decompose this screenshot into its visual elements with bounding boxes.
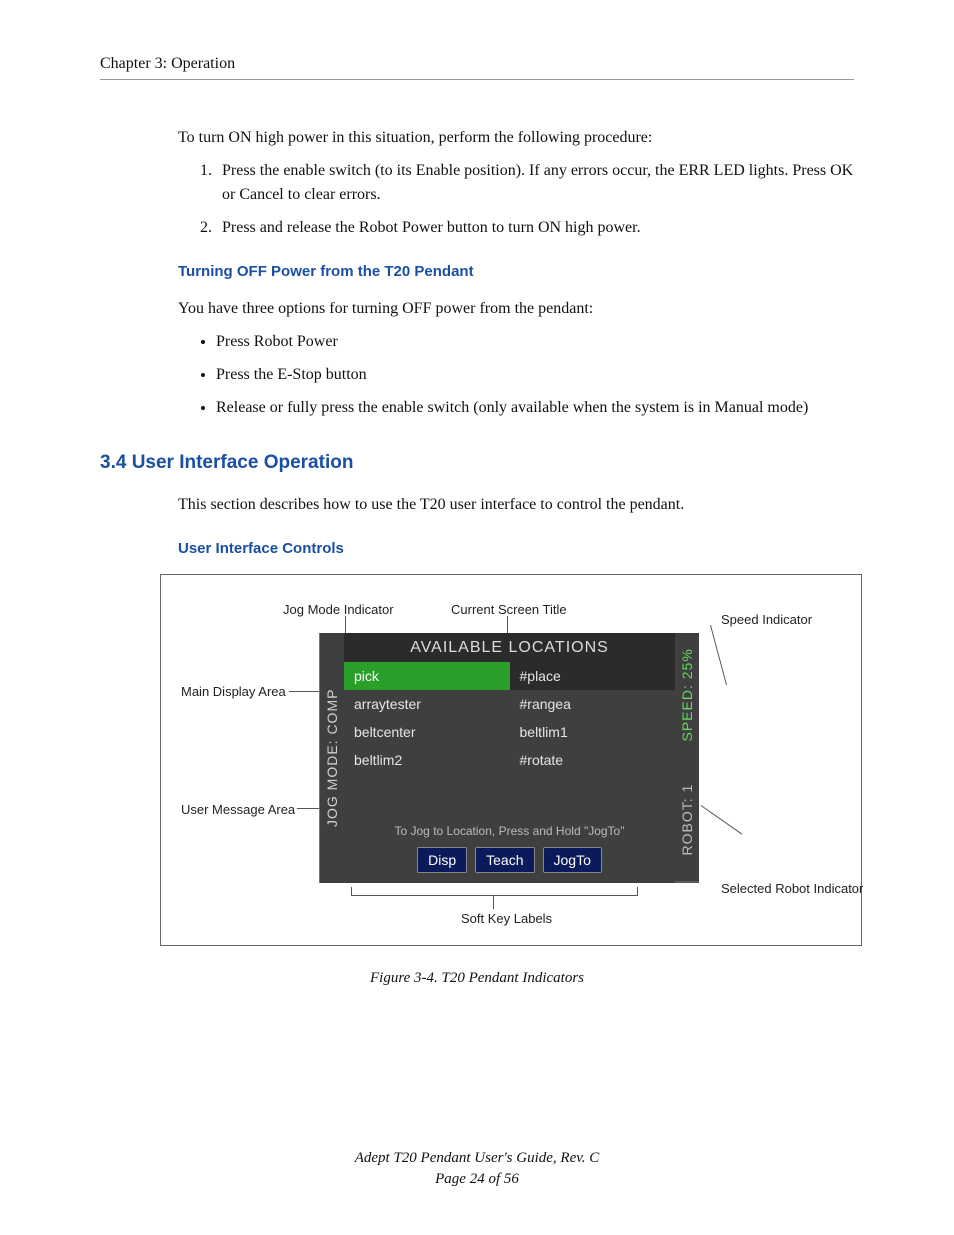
intro-paragraph: To turn ON high power in this situation,… bbox=[178, 126, 854, 149]
running-header: Chapter 3: Operation bbox=[100, 52, 854, 75]
pendant-screen: JOG MODE: COMP AVAILABLE LOCATIONS pick … bbox=[319, 633, 699, 883]
screen-title: AVAILABLE LOCATIONS bbox=[344, 633, 675, 662]
figure-caption: Figure 3-4. T20 Pendant Indicators bbox=[100, 968, 854, 990]
soft-key-row: Disp Teach JogTo bbox=[344, 847, 675, 883]
location-cell: arraytester bbox=[344, 690, 510, 718]
soft-key-disp: Disp bbox=[417, 847, 467, 873]
label-user-message-area: User Message Area bbox=[181, 801, 295, 820]
jog-mode-indicator: JOG MODE: COMP bbox=[319, 633, 344, 883]
list-item: Press Robot Power bbox=[216, 330, 854, 353]
leader-line bbox=[710, 625, 727, 685]
soft-key-jogto: JogTo bbox=[543, 847, 602, 873]
label-speed-indicator: Speed Indicator bbox=[721, 611, 812, 630]
label-soft-key-labels: Soft Key Labels bbox=[461, 910, 552, 929]
list-item: Press the E-Stop button bbox=[216, 363, 854, 386]
footer-doc-title: Adept T20 Pendant User's Guide, Rev. C bbox=[0, 1148, 954, 1170]
ui-intro: This section describes how to use the T2… bbox=[178, 493, 854, 516]
leader-line bbox=[701, 805, 743, 834]
location-cell: #place bbox=[510, 662, 676, 690]
heading-ui-controls: User Interface Controls bbox=[178, 538, 854, 560]
label-selected-robot-indicator: Selected Robot Indicator bbox=[721, 880, 863, 899]
procedure-list: Press the enable switch (to its Enable p… bbox=[100, 159, 854, 239]
off-intro: You have three options for turning OFF p… bbox=[178, 297, 854, 320]
header-rule bbox=[100, 79, 854, 80]
label-jog-mode-indicator: Jog Mode Indicator bbox=[283, 601, 394, 620]
label-main-display-area: Main Display Area bbox=[181, 683, 286, 702]
soft-key-teach: Teach bbox=[475, 847, 534, 873]
leader-line bbox=[507, 616, 508, 633]
procedure-step: Press and release the Robot Power button… bbox=[216, 216, 854, 239]
location-cell-selected: pick bbox=[344, 662, 510, 690]
location-cell: #rotate bbox=[510, 746, 676, 774]
location-cell: #rangea bbox=[510, 690, 676, 718]
document-page: Chapter 3: Operation To turn ON high pow… bbox=[0, 0, 954, 1235]
leader-line bbox=[493, 895, 494, 909]
page-footer: Adept T20 Pendant User's Guide, Rev. C P… bbox=[0, 1148, 954, 1192]
heading-turning-off: Turning OFF Power from the T20 Pendant bbox=[178, 261, 854, 283]
location-cell: beltlim2 bbox=[344, 746, 510, 774]
pendant-center: AVAILABLE LOCATIONS pick #place arraytes… bbox=[344, 633, 675, 883]
user-message: To Jog to Location, Press and Hold "JogT… bbox=[344, 821, 675, 846]
robot-indicator: ROBOT: 1 bbox=[675, 757, 699, 883]
figure-3-4: Jog Mode Indicator Current Screen Title … bbox=[160, 574, 862, 946]
label-current-screen-title: Current Screen Title bbox=[451, 601, 567, 620]
heading-ui-operation: 3.4 User Interface Operation bbox=[100, 449, 854, 477]
off-options-list: Press Robot Power Press the E-Stop butto… bbox=[100, 330, 854, 420]
leader-line bbox=[345, 616, 346, 633]
footer-page-number: Page 24 of 56 bbox=[0, 1169, 954, 1191]
procedure-step: Press the enable switch (to its Enable p… bbox=[216, 159, 854, 205]
location-cell: beltcenter bbox=[344, 718, 510, 746]
locations-grid: pick #place arraytester #rangea beltcent… bbox=[344, 662, 675, 821]
list-item: Release or fully press the enable switch… bbox=[216, 396, 854, 419]
pendant-right-column: SPEED: 25% ROBOT: 1 bbox=[675, 633, 699, 883]
soft-key-bracket bbox=[351, 887, 638, 896]
location-cell: beltlim1 bbox=[510, 718, 676, 746]
speed-indicator: SPEED: 25% bbox=[675, 633, 699, 758]
